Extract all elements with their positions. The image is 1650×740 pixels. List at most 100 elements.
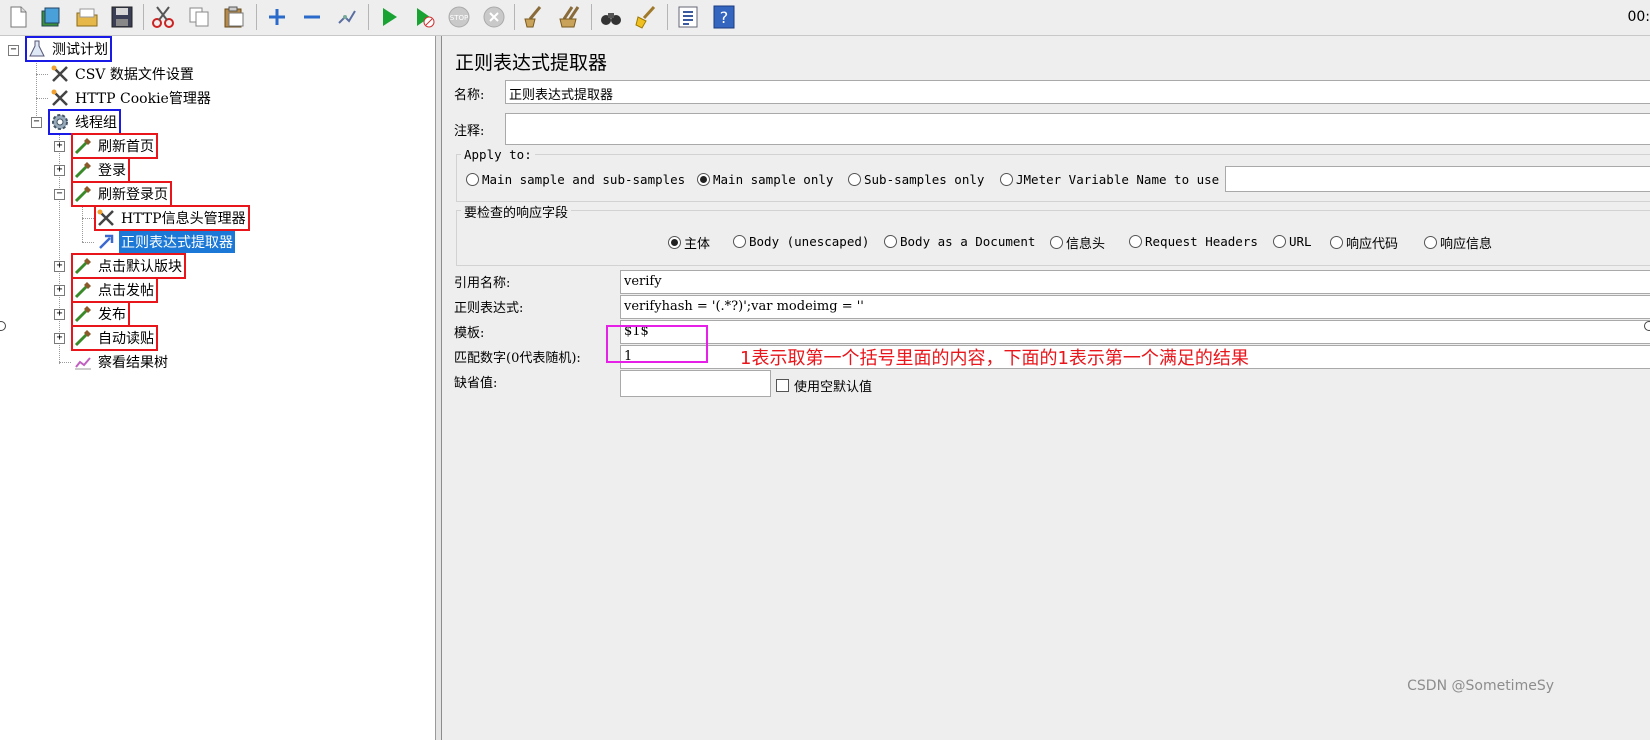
name-input[interactable]: 正则表达式提取器 [505, 80, 1650, 104]
tree-node-result-tree[interactable]: 察看结果树 [73, 351, 170, 373]
radio-response-code[interactable]: 响应代码 [1330, 233, 1398, 252]
radio-body[interactable]: 主体 [668, 233, 710, 252]
radio-body-as-document[interactable]: Body as a Document [884, 234, 1035, 249]
expand-refresh-home[interactable]: + [54, 141, 65, 152]
default-value-input[interactable] [620, 370, 771, 397]
radio-main-and-sub[interactable]: Main sample and sub-samples [466, 172, 685, 187]
expand-publish[interactable]: + [54, 309, 65, 320]
tree-node-click-post[interactable]: 点击发帖 [71, 277, 158, 303]
tree-node-cookie-manager[interactable]: HTTP Cookie管理器 [50, 87, 213, 109]
radio-circle [466, 173, 479, 186]
comment-label: 注释: [454, 124, 485, 139]
save-icon[interactable] [109, 3, 135, 31]
clear-icon[interactable] [521, 3, 547, 31]
annotation-highlight-box [606, 325, 708, 363]
regex-input[interactable]: verifyhash = '(.*?)';var modeimg = '' [620, 295, 1650, 319]
tree-node-click-default[interactable]: 点击默认版块 [71, 253, 186, 279]
radio-circle [668, 236, 681, 249]
reset-search-icon[interactable] [633, 3, 659, 31]
tree-node-refresh-login[interactable]: 刷新登录页 [71, 181, 172, 207]
pipette-icon [73, 280, 93, 300]
tree-node-auto-read[interactable]: 自动读贴 [71, 325, 158, 351]
elapsed-time: 00: [1627, 9, 1650, 25]
template-input[interactable]: $1$ [620, 320, 1650, 344]
radio-response-message[interactable]: 响应信息 [1424, 233, 1492, 252]
toolbar: STOP ? 00: [0, 0, 1650, 36]
expand-click-post[interactable]: + [54, 285, 65, 296]
radio-request-headers[interactable]: Request Headers [1129, 234, 1258, 249]
start-no-pause-icon[interactable] [411, 3, 437, 31]
tree-node-regex-extractor[interactable]: 正则表达式提取器 [96, 231, 235, 253]
right-edge-handle[interactable] [1644, 321, 1650, 331]
tree-node-thread-group[interactable]: 线程组 [48, 109, 121, 135]
shutdown-icon[interactable] [481, 3, 507, 31]
collapse-test-plan[interactable]: − [8, 45, 19, 56]
paste-icon[interactable] [221, 3, 247, 31]
response-field-title: 要检查的响应字段 [461, 202, 572, 221]
expand-click-default[interactable]: + [54, 261, 65, 272]
open-icon[interactable] [74, 3, 100, 31]
panel-title: 正则表达式提取器 [455, 52, 608, 74]
flask-icon [27, 39, 47, 59]
match-no-label: 匹配数字(0代表随机): [454, 351, 581, 366]
test-plan-tree: − − + + − + + + + 测试计划 CSV 数据文件设置 HTTP C… [0, 36, 436, 740]
pipette-icon [73, 328, 93, 348]
checkbox-box [776, 379, 789, 392]
radio-circle [733, 235, 746, 248]
expand-icon[interactable] [264, 3, 290, 31]
radio-circle [848, 173, 861, 186]
new-icon[interactable] [5, 3, 31, 31]
radio-main-only[interactable]: Main sample only [697, 172, 833, 187]
pipette-icon [73, 256, 93, 276]
ref-name-input[interactable]: verify [620, 270, 1650, 294]
default-value-label: 缺省值: [454, 376, 498, 391]
toggle-icon[interactable] [334, 3, 360, 31]
radio-circle [1330, 236, 1343, 249]
tree-node-csv[interactable]: CSV 数据文件设置 [50, 63, 196, 85]
pipette-icon [73, 136, 93, 156]
radio-circle [1273, 235, 1286, 248]
jmeter-variable-input[interactable] [1225, 166, 1650, 192]
wrench-icon [50, 64, 70, 84]
use-empty-default-checkbox[interactable]: 使用空默认值 [776, 376, 872, 395]
collapse-thread-group[interactable]: − [31, 117, 42, 128]
copy-icon[interactable] [186, 3, 212, 31]
regex-extractor-panel: 正则表达式提取器 名称: 正则表达式提取器 注释: Apply to: Main… [442, 36, 1650, 740]
start-icon[interactable] [376, 3, 402, 31]
radio-circle [1000, 173, 1013, 186]
tree-node-publish[interactable]: 发布 [71, 301, 130, 327]
radio-body-unescaped[interactable]: Body (unescaped) [733, 234, 869, 249]
svg-text:?: ? [720, 8, 729, 27]
collapse-icon[interactable] [299, 3, 325, 31]
radio-headers[interactable]: 信息头 [1050, 233, 1105, 252]
collapse-refresh-login[interactable]: − [54, 189, 65, 200]
radio-sub-only[interactable]: Sub-samples only [848, 172, 984, 187]
chart-icon [73, 352, 93, 372]
name-label: 名称: [454, 88, 485, 103]
pipette-icon [73, 304, 93, 324]
watermark: CSDN @SometimeSy [1407, 678, 1554, 694]
help-icon[interactable]: ? [711, 3, 737, 31]
tree-node-refresh-home[interactable]: 刷新首页 [71, 133, 158, 159]
cut-icon[interactable] [150, 3, 176, 31]
expand-login[interactable]: + [54, 165, 65, 176]
expand-auto-read[interactable]: + [54, 333, 65, 344]
wrench-icon [96, 208, 116, 228]
clear-all-icon[interactable] [557, 3, 583, 31]
stop-icon[interactable]: STOP [446, 3, 472, 31]
function-helper-icon[interactable] [675, 3, 701, 31]
tree-node-test-plan[interactable]: 测试计划 [25, 36, 112, 62]
pipette-icon [73, 160, 93, 180]
comment-input[interactable] [505, 113, 1650, 145]
gear-icon [50, 112, 70, 132]
arrow-icon [96, 232, 116, 252]
search-icon[interactable] [598, 3, 624, 31]
radio-url[interactable]: URL [1273, 234, 1312, 249]
radio-circle [697, 173, 710, 186]
wrench-icon [50, 88, 70, 108]
tree-node-login[interactable]: 登录 [71, 157, 130, 183]
templates-icon[interactable] [38, 3, 64, 31]
radio-circle [884, 235, 897, 248]
tree-node-http-header-manager[interactable]: HTTP信息头管理器 [94, 205, 250, 231]
radio-jmeter-variable[interactable]: JMeter Variable Name to use [1000, 172, 1219, 187]
